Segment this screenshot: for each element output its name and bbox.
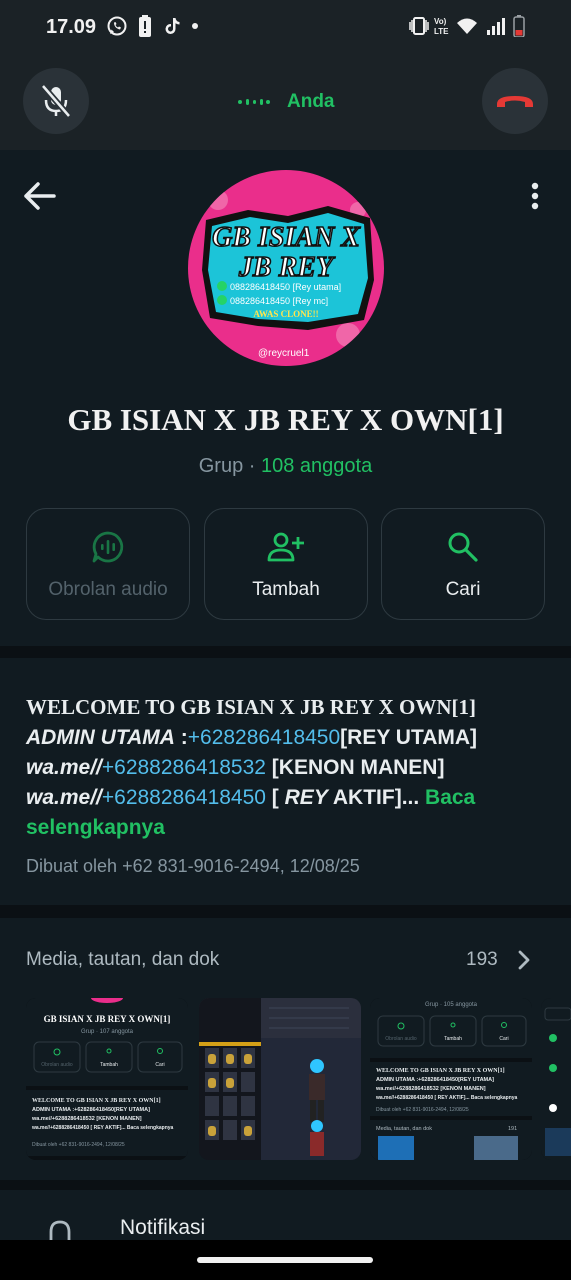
thumbnail-screenshot: GB ISIAN X JB REY X OWN[1] Grup · 107 an… — [26, 998, 188, 1160]
thumb1-desc3: wa.me//+6288286418532 [KENON MANEN] — [31, 1116, 142, 1122]
notifications-label: Notifikasi — [120, 1216, 206, 1239]
thumb3-subtitle: Grup · 105 anggota — [425, 1002, 478, 1008]
thumb3-desc1: WELCOME TO GB ISIAN X JB REY X OWN[1] — [376, 1068, 505, 1074]
more-options-icon[interactable] — [524, 178, 546, 214]
call-participant-label: Anda — [287, 91, 335, 112]
group-info-screen: 17.09 Vo) LTE Anda GB ISIAN X JB REY 088… — [0, 0, 571, 1280]
mic-off-icon — [40, 84, 72, 118]
wa-tag-open: [ — [265, 786, 285, 809]
created-by-text: Dibuat oleh +62 831-9016-2494, 12/08/25 — [26, 856, 360, 876]
thumb3-btn3: Cari — [499, 1036, 508, 1042]
thumb3-desc2: ADMIN UTAMA :+628286418450[REY UTAMA] — [376, 1077, 494, 1083]
media-thumbnail[interactable]: GB ISIAN X JB REY X OWN[1] Grup · 107 an… — [26, 998, 188, 1160]
thumb3-media-count: 191 — [508, 1126, 517, 1132]
media-thumbnail[interactable] — [199, 998, 361, 1160]
group-avatar[interactable]: GB ISIAN X JB REY 088286418450 [Rey utam… — [188, 170, 384, 366]
avatar-title-line2: JB REY — [238, 252, 336, 283]
end-call-button[interactable] — [482, 68, 548, 134]
avatar-title-line1: GB ISIAN X — [212, 222, 361, 253]
thumbnail-screenshot: Grup · 105 anggota Obrolan audio Tambah … — [370, 998, 532, 1160]
wa-phone-link-2[interactable]: +6288286418450 — [102, 786, 266, 809]
svg-text:Vo): Vo) — [434, 17, 447, 26]
add-member-button[interactable]: Tambah — [204, 508, 368, 620]
thumb1-desc4: wa.me//+6288286418450 [ REY AKTIF]... Ba… — [31, 1125, 174, 1131]
wa-tag-close: AKTIF]... — [327, 786, 420, 809]
wifi-icon — [457, 18, 477, 34]
thumb3-btn1: Obrolan audio — [385, 1036, 417, 1042]
admin-separator: : — [174, 726, 188, 749]
system-navigation-bar — [0, 1240, 571, 1280]
media-thumbnail[interactable]: Grup · 105 anggota Obrolan audio Tambah … — [370, 998, 532, 1160]
call-status: Anda — [237, 90, 335, 114]
vibrate-icon — [409, 17, 429, 35]
avatar-footer: @reycruel1 — [258, 348, 310, 359]
admin-tag: [REY UTAMA] — [340, 726, 478, 749]
status-time: 17.09 — [46, 16, 97, 38]
thumb3-desc3: wa.me//+6288286418532 [KENON MANEN] — [375, 1086, 486, 1092]
thumb3-btn2: Tambah — [444, 1036, 462, 1042]
description-line1: WELCOME TO GB ISIAN X JB REY X OWN[1] — [26, 695, 477, 719]
wa-prefix-2: wa.me// — [26, 786, 102, 809]
add-person-icon — [267, 532, 304, 562]
home-gesture-handle[interactable] — [197, 1257, 373, 1263]
cell-signal-icon — [487, 18, 505, 35]
avatar-warning: AWAS CLONE!! — [253, 309, 318, 319]
audio-chat-icon — [92, 531, 124, 563]
thumb1-desc2: ADMIN UTAMA :+628286418450[REY UTAMA] — [32, 1107, 150, 1113]
avatar-phone1: 088286418450 [Rey utama] — [230, 282, 341, 292]
thumb1-btn3: Cari — [155, 1062, 164, 1068]
battery-icon — [513, 15, 525, 37]
media-links-docs-section[interactable]: Media, tautan, dan dok 193 GB ISIAN X JB… — [0, 918, 571, 1180]
back-arrow-icon[interactable] — [22, 180, 58, 212]
battery-alert-icon — [139, 15, 151, 37]
group-header: GB ISIAN X JB REY 088286418450 [Rey utam… — [0, 150, 571, 646]
thumb3-media-title: Media, tautan, dan dok — [376, 1126, 432, 1132]
volte-icon: Vo) LTE — [434, 17, 449, 36]
group-member-count[interactable]: 108 anggota — [261, 455, 372, 477]
thumbnail-screenshot — [541, 998, 571, 1160]
thumb1-title: GB ISIAN X JB REY X OWN[1] — [44, 1014, 171, 1024]
thumb1-subtitle: Grup · 107 anggota — [81, 1029, 134, 1035]
search-icon — [448, 532, 478, 562]
admin-phone-link[interactable]: +628286418450 — [188, 726, 340, 749]
group-name: GB ISIAN X JB REY X OWN[1] — [67, 402, 504, 437]
avatar-phone2: 088286418450 [Rey mc] — [230, 296, 328, 306]
status-bar: 17.09 Vo) LTE — [0, 0, 571, 52]
wa-phone-link-1[interactable]: +6288286418532 — [102, 756, 266, 779]
wa-prefix-1: wa.me// — [26, 756, 102, 779]
audio-chat-button[interactable]: Obrolan audio — [26, 508, 190, 620]
media-count: 193 — [466, 949, 498, 970]
thumb3-created: Dibuat oleh +62 831-9016-2494, 12/08/25 — [376, 1107, 469, 1113]
group-description-card[interactable]: WELCOME TO GB ISIAN X JB REY X OWN[1] AD… — [0, 658, 571, 905]
thumb1-created: Dibuat oleh +62 831-9016-2494, 12/08/25 — [32, 1142, 125, 1148]
mute-button[interactable] — [23, 68, 89, 134]
ongoing-call-bar[interactable]: Anda — [0, 52, 571, 150]
svg-text:LTE: LTE — [434, 27, 449, 36]
tiktok-notification-icon — [165, 18, 180, 34]
game-screenshot-image — [199, 998, 361, 1160]
audio-chat-label: Obrolan audio — [48, 579, 168, 600]
search-label: Cari — [445, 579, 481, 600]
group-avatar-image: GB ISIAN X JB REY 088286418450 [Rey utam… — [188, 170, 384, 366]
admin-label: ADMIN UTAMA — [26, 726, 175, 749]
wa-tag-name: REY — [284, 786, 328, 809]
group-description: WELCOME TO GB ISIAN X JB REY X OWN[1] AD… — [26, 692, 546, 843]
search-button[interactable]: Cari — [381, 508, 545, 620]
group-type: Grup · — [198, 455, 261, 477]
media-section-title: Media, tautan, dan dok — [26, 949, 220, 970]
thumb1-btn1: Obrolan audio — [41, 1062, 73, 1068]
thumb3-desc4: wa.me//+6288286418450 [ REY AKTIF]... Ba… — [375, 1095, 518, 1101]
group-subtitle: Grup · 108 anggota — [0, 455, 571, 478]
media-thumbnail[interactable] — [541, 998, 571, 1160]
chevron-right-icon[interactable] — [514, 948, 534, 972]
more-notifications-dot-icon — [192, 23, 198, 29]
thumb1-btn2: Tambah — [100, 1062, 118, 1068]
whatsapp-notification-icon — [107, 16, 127, 36]
add-member-label: Tambah — [252, 579, 320, 600]
end-call-icon — [497, 96, 533, 107]
audio-wave-icon — [238, 99, 270, 105]
thumb1-desc1: WELCOME TO GB ISIAN X JB REY X OWN[1] — [32, 1098, 161, 1104]
wa-tag-1: [KENON MANEN] — [265, 756, 445, 779]
